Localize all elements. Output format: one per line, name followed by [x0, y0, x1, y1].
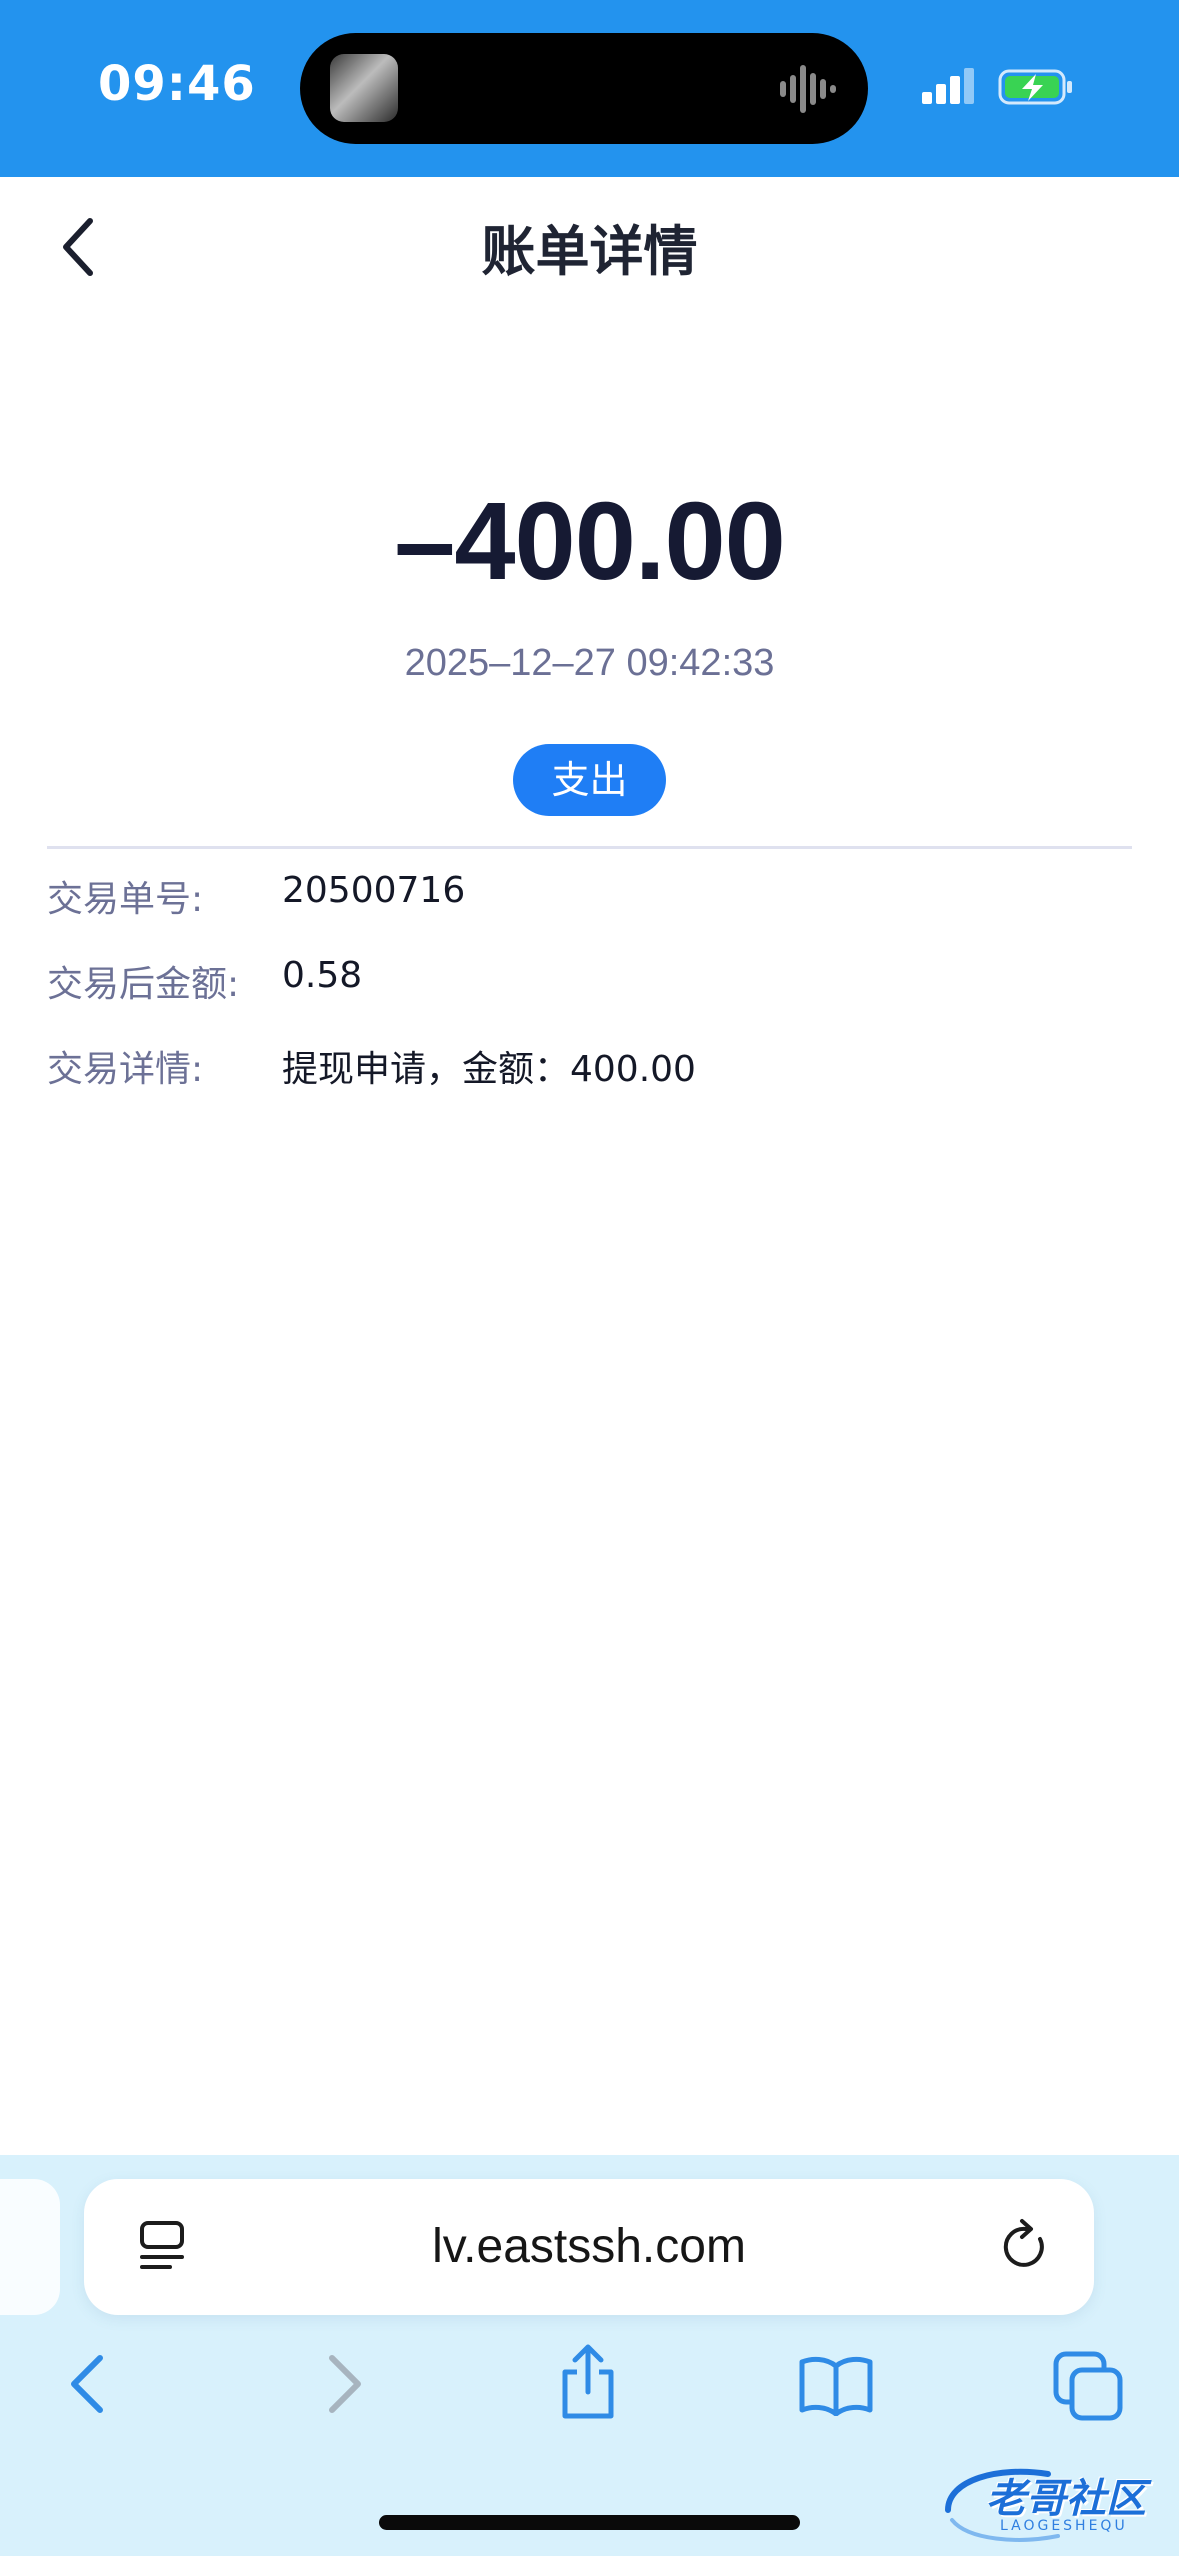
detail-label: 交易后金额: [47, 964, 240, 1005]
detail-row-description: 交易详情: 提现申请，金额：400.00 [47, 1040, 1132, 1100]
battery-charging-icon [998, 69, 1072, 105]
watermark-subtext: LAOGESHEQU [1000, 2518, 1128, 2534]
previous-tab-peek[interactable] [0, 2179, 60, 2315]
now-playing-artwork [330, 54, 398, 122]
dynamic-island [300, 33, 868, 144]
tabs-icon[interactable] [1052, 2350, 1124, 2422]
nav-bar: 账单详情 [0, 177, 1179, 312]
reload-icon[interactable] [998, 2217, 1054, 2277]
detail-row-order-number: 交易单号: 20500716 [47, 870, 1132, 930]
bookmarks-icon[interactable] [798, 2352, 874, 2416]
detail-value: 20500716 [282, 870, 466, 911]
detail-label: 交易详情: [47, 1049, 204, 1090]
home-indicator[interactable] [379, 2515, 800, 2530]
status-bar: 09:46 [0, 0, 1179, 177]
transaction-amount: –400.00 [394, 480, 786, 603]
divider [47, 846, 1132, 849]
audio-waveform-icon [780, 65, 836, 113]
status-time: 09:46 [98, 56, 256, 112]
forward-icon[interactable] [312, 2350, 372, 2418]
transaction-type-badge: 支出 [513, 744, 666, 816]
watermark-text: 老哥社区 [986, 2476, 1146, 2522]
detail-value: 提现申请，金额：400.00 [282, 1049, 696, 1090]
address-bar[interactable]: lv.eastssh.com [84, 2179, 1094, 2315]
detail-label: 交易单号: [47, 879, 204, 920]
detail-value: 0.58 [282, 955, 363, 996]
page-title: 账单详情 [481, 220, 698, 283]
url-text[interactable]: lv.eastssh.com [84, 2219, 1094, 2274]
signal-icon [922, 68, 974, 104]
community-watermark-logo: 老哥社区 LAOGESHEQU [938, 2460, 1174, 2548]
detail-row-balance-after: 交易后金额: 0.58 [47, 955, 1132, 1015]
back-icon[interactable] [60, 2350, 120, 2418]
share-icon[interactable] [555, 2342, 621, 2422]
transaction-datetime: 2025–12–27 09:42:33 [404, 642, 775, 684]
